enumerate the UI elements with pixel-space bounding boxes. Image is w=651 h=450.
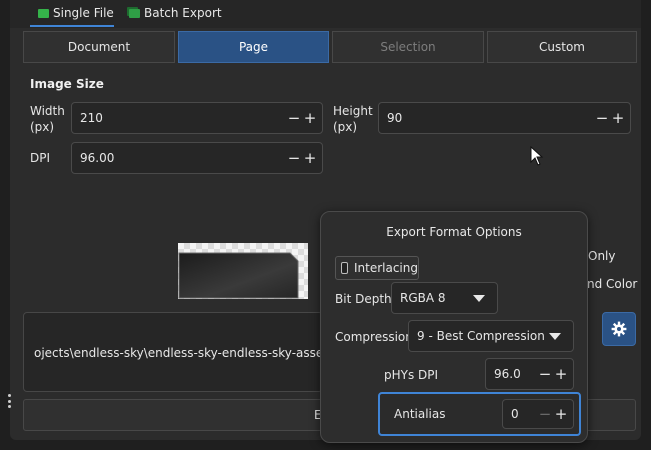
minus-icon[interactable]: − [594,109,610,127]
active-tab-indicator [30,25,114,27]
hidden-option-only[interactable]: Only [588,248,616,264]
export-path-text: ojects\endless-sky\endless-sky-endless-s… [34,346,323,360]
plus-icon[interactable]: + [553,365,569,383]
plus-icon[interactable]: + [302,149,318,167]
chevron-down-icon [549,333,561,340]
minus-icon[interactable]: − [537,365,553,383]
height-spinbox[interactable]: 90 − + [378,102,631,134]
gear-icon [611,321,627,337]
dpi-label: DPI [30,151,51,165]
tab-single-file[interactable]: Single File [38,0,114,26]
export-path-field[interactable]: ojects\endless-sky\endless-sky-endless-s… [23,312,323,392]
tab-label: Batch Export [144,6,222,20]
tab-batch-export[interactable]: Batch Export [129,0,222,26]
dpi-spinbox[interactable]: 96.00 − + [71,142,323,174]
segment-document[interactable]: Document [23,31,175,63]
tab-label: Single File [53,6,114,20]
height-value: 90 [387,111,403,125]
bit-depth-value: RGBA 8 [400,291,446,305]
phys-dpi-spinbox[interactable]: 96.0 − + [485,358,574,390]
batch-images-icon [129,8,140,18]
phys-dpi-label: pHYs DPI [384,368,439,382]
left-edge-handle[interactable] [8,394,12,408]
export-settings-button[interactable] [602,312,636,346]
popover-title: Export Format Options [386,225,522,239]
width-label: Width (px) [30,104,65,134]
chevron-down-icon [473,295,485,302]
plus-icon[interactable]: + [302,109,318,127]
minus-icon[interactable]: − [286,149,302,167]
bit-depth-dropdown[interactable]: RGBA 8 [391,282,498,314]
checkbox-box[interactable] [341,262,348,274]
antialias-focus-frame: Antialias 0 − + [378,392,581,436]
antialias-label: Antialias [394,407,446,421]
height-label: Height (px) [333,104,373,134]
image-icon [38,8,49,18]
plus-icon[interactable]: + [610,109,626,127]
bit-depth-label: Bit Depth [335,292,392,306]
minus-icon[interactable]: − [286,109,302,127]
hidden-option-background-color[interactable]: nd Color [587,276,637,292]
segment-custom[interactable]: Custom [487,31,637,63]
width-spinbox[interactable]: 210 − + [71,102,323,134]
segment-selection[interactable]: Selection [332,31,484,63]
compression-label: Compression [335,330,413,344]
compression-value: 9 - Best Compression [417,329,545,343]
preview-image [178,252,299,299]
plus-icon[interactable]: + [553,405,569,423]
phys-dpi-value: 96.0 [494,367,521,381]
dpi-value: 96.00 [80,151,115,165]
width-value: 210 [80,111,103,125]
antialias-value: 0 [511,407,519,421]
interlacing-label: Interlacing [353,261,418,275]
compression-dropdown[interactable]: 9 - Best Compression [408,320,574,352]
image-size-title: Image Size [30,77,104,91]
export-preview-thumbnail [178,243,308,299]
segment-page[interactable]: Page [178,31,329,63]
minus-icon[interactable]: − [537,405,553,423]
interlacing-checkbox[interactable]: Interlacing [335,256,419,280]
antialias-spinbox[interactable]: 0 − + [502,399,574,429]
mouse-cursor-icon [530,146,544,166]
export-format-options-popover: Export Format Options Interlacing Bit De… [320,211,588,443]
